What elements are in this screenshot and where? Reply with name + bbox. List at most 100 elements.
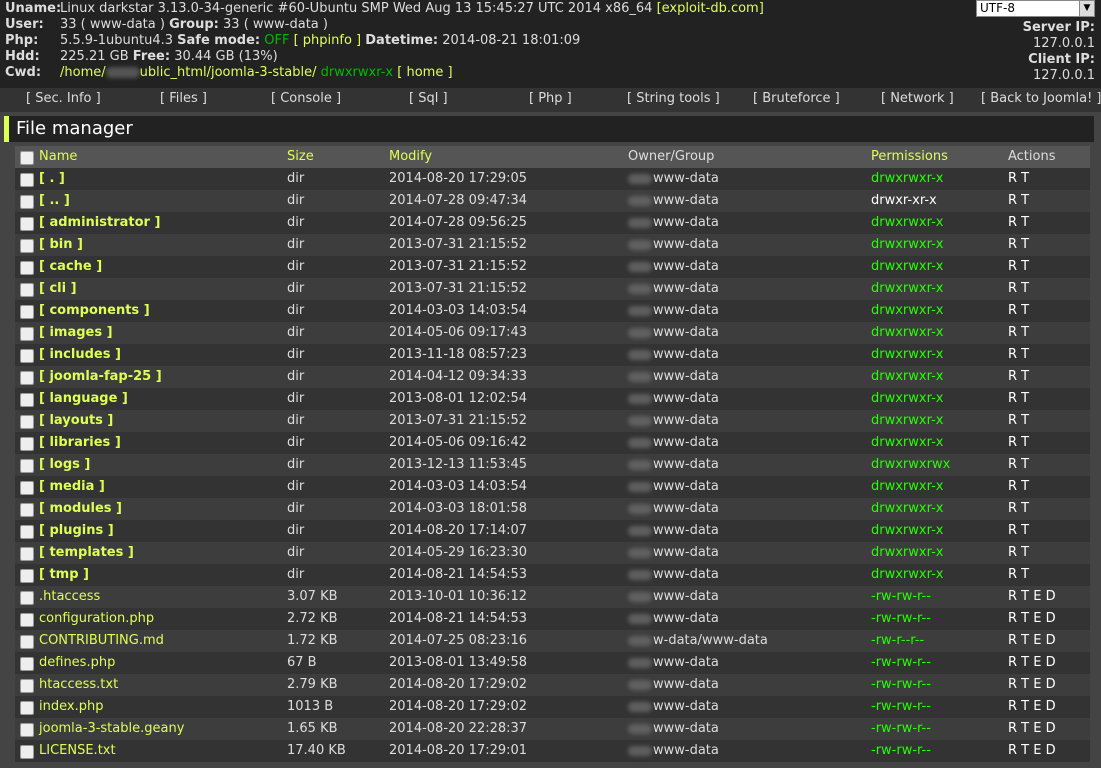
permissions-link[interactable]: drwxrwxr-x — [871, 278, 944, 300]
row-actions[interactable]: R T — [1008, 366, 1029, 388]
file-name-link[interactable]: CONTRIBUTING.md — [39, 630, 164, 652]
row-checkbox[interactable] — [20, 371, 34, 385]
permissions-link[interactable]: drwxrwxr-x — [871, 212, 944, 234]
menu-back-to-joomla[interactable]: [ Back to Joomla! ] — [981, 91, 1101, 106]
permissions-link[interactable]: drwxr-xr-x — [871, 190, 937, 212]
dir-name-link[interactable]: [ tmp ] — [39, 564, 89, 586]
row-actions[interactable]: R T — [1008, 278, 1029, 300]
row-checkbox[interactable] — [20, 745, 34, 759]
file-name-link[interactable]: .htaccess — [39, 586, 100, 608]
row-actions[interactable]: R T — [1008, 454, 1029, 476]
chevron-down-icon[interactable]: ▼ — [1079, 1, 1094, 16]
row-checkbox[interactable] — [20, 701, 34, 715]
home-link[interactable]: [ home ] — [397, 65, 452, 80]
row-actions[interactable]: R T — [1008, 498, 1029, 520]
dir-name-link[interactable]: [ language ] — [39, 388, 128, 410]
row-actions[interactable]: R T E D — [1008, 586, 1056, 608]
dir-name-link[interactable]: [ templates ] — [39, 542, 134, 564]
permissions-link[interactable]: -rw-r--r-- — [871, 630, 924, 652]
dir-name-link[interactable]: [ .. ] — [39, 190, 70, 212]
permissions-link[interactable]: -rw-rw-r-- — [871, 674, 931, 696]
select-all-checkbox[interactable] — [20, 151, 34, 165]
menu-console[interactable]: [ Console ] — [271, 91, 341, 106]
charset-select[interactable]: UTF-8 ▼ — [976, 0, 1095, 17]
row-checkbox[interactable] — [20, 283, 34, 297]
permissions-link[interactable]: drwxrwxr-x — [871, 410, 944, 432]
row-actions[interactable]: R T E D — [1008, 608, 1056, 630]
permissions-link[interactable]: drwxrwxr-x — [871, 344, 944, 366]
permissions-link[interactable]: drwxrwxr-x — [871, 366, 944, 388]
row-actions[interactable]: R T — [1008, 212, 1029, 234]
dir-name-link[interactable]: [ bin ] — [39, 234, 83, 256]
row-checkbox[interactable] — [20, 195, 34, 209]
row-actions[interactable]: R T — [1008, 322, 1029, 344]
permissions-link[interactable]: -rw-rw-r-- — [871, 740, 931, 762]
row-actions[interactable]: R T — [1008, 542, 1029, 564]
file-name-link[interactable]: joomla-3-stable.geany — [39, 718, 184, 740]
row-checkbox[interactable] — [20, 305, 34, 319]
dir-name-link[interactable]: [ components ] — [39, 300, 150, 322]
menu-string-tools[interactable]: [ String tools ] — [627, 91, 720, 106]
permissions-link[interactable]: -rw-rw-r-- — [871, 586, 931, 608]
header-size[interactable]: Size — [287, 146, 314, 168]
row-checkbox[interactable] — [20, 525, 34, 539]
row-checkbox[interactable] — [20, 679, 34, 693]
row-checkbox[interactable] — [20, 503, 34, 517]
row-actions[interactable]: R T — [1008, 344, 1029, 366]
dir-name-link[interactable]: [ includes ] — [39, 344, 121, 366]
row-checkbox[interactable] — [20, 393, 34, 407]
file-name-link[interactable]: configuration.php — [39, 608, 154, 630]
permissions-link[interactable]: drwxrwxr-x — [871, 520, 944, 542]
dir-name-link[interactable]: [ administrator ] — [39, 212, 160, 234]
row-actions[interactable]: R T E D — [1008, 674, 1056, 696]
permissions-link[interactable]: drwxrwxr-x — [871, 498, 944, 520]
row-actions[interactable]: R T — [1008, 300, 1029, 322]
permissions-link[interactable]: -rw-rw-r-- — [871, 696, 931, 718]
permissions-link[interactable]: drwxrwxr-x — [871, 168, 944, 190]
row-actions[interactable]: R T E D — [1008, 740, 1056, 762]
row-actions[interactable]: R T — [1008, 432, 1029, 454]
permissions-link[interactable]: drwxrwxr-x — [871, 388, 944, 410]
cwd-path-end[interactable]: ublic_html/joomla-3-stable/ — [140, 65, 317, 80]
permissions-link[interactable]: -rw-rw-r-- — [871, 718, 931, 740]
row-checkbox[interactable] — [20, 613, 34, 627]
row-checkbox[interactable] — [20, 657, 34, 671]
row-actions[interactable]: R T — [1008, 388, 1029, 410]
phpinfo-link[interactable]: [ phpinfo ] — [294, 33, 362, 48]
dir-name-link[interactable]: [ media ] — [39, 476, 105, 498]
row-actions[interactable]: R T E D — [1008, 630, 1056, 652]
row-actions[interactable]: R T — [1008, 256, 1029, 278]
file-name-link[interactable]: defines.php — [39, 652, 115, 674]
menu-network[interactable]: [ Network ] — [881, 91, 954, 106]
row-actions[interactable]: R T — [1008, 476, 1029, 498]
permissions-link[interactable]: drwxrwxrwx — [871, 454, 950, 476]
row-actions[interactable]: R T — [1008, 520, 1029, 542]
dir-name-link[interactable]: [ cache ] — [39, 256, 102, 278]
permissions-link[interactable]: drwxrwxr-x — [871, 300, 944, 322]
permissions-link[interactable]: drwxrwxr-x — [871, 564, 944, 586]
menu-bruteforce[interactable]: [ Bruteforce ] — [753, 91, 840, 106]
exploit-db-link[interactable]: [exploit-db.com] — [657, 1, 764, 16]
permissions-link[interactable]: drwxrwxr-x — [871, 432, 944, 454]
row-checkbox[interactable] — [20, 415, 34, 429]
dir-name-link[interactable]: [ joomla-fap-25 ] — [39, 366, 162, 388]
dir-name-link[interactable]: [ libraries ] — [39, 432, 121, 454]
file-name-link[interactable]: index.php — [39, 696, 103, 718]
permissions-link[interactable]: drwxrwxr-x — [871, 542, 944, 564]
row-checkbox[interactable] — [20, 437, 34, 451]
dir-name-link[interactable]: [ images ] — [39, 322, 113, 344]
dir-name-link[interactable]: [ logs ] — [39, 454, 90, 476]
row-checkbox[interactable] — [20, 239, 34, 253]
row-actions[interactable]: R T — [1008, 234, 1029, 256]
permissions-link[interactable]: drwxrwxr-x — [871, 476, 944, 498]
row-checkbox[interactable] — [20, 481, 34, 495]
row-checkbox[interactable] — [20, 569, 34, 583]
row-checkbox[interactable] — [20, 591, 34, 605]
permissions-link[interactable]: drwxrwxr-x — [871, 234, 944, 256]
header-name[interactable]: Name — [39, 146, 77, 168]
row-checkbox[interactable] — [20, 349, 34, 363]
row-actions[interactable]: R T E D — [1008, 696, 1056, 718]
dir-name-link[interactable]: [ modules ] — [39, 498, 122, 520]
menu-sql[interactable]: [ Sql ] — [409, 91, 448, 106]
row-actions[interactable]: R T — [1008, 190, 1029, 212]
